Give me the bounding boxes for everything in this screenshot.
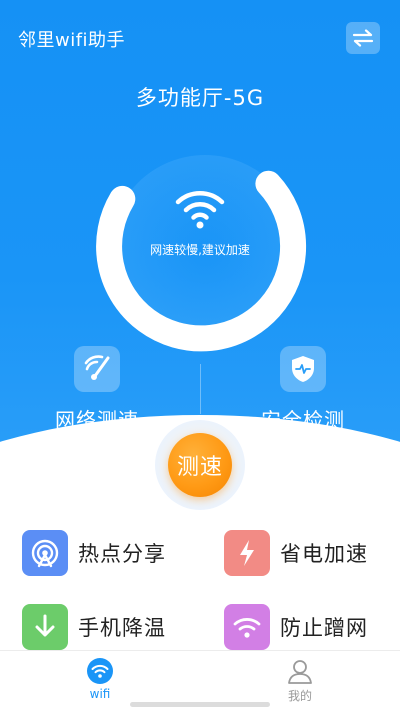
wifi-tab-icon bbox=[87, 658, 113, 684]
home-indicator bbox=[130, 702, 270, 707]
tool-icon-box bbox=[22, 530, 68, 576]
download-arrow-icon bbox=[35, 614, 55, 637]
app-title: 邻里wifi助手 bbox=[18, 30, 126, 51]
tool-icon-box bbox=[224, 530, 270, 576]
speed-test-button[interactable]: 测速 bbox=[168, 433, 232, 497]
user-icon bbox=[288, 660, 312, 684]
shield-icon bbox=[292, 356, 314, 382]
feature-divider bbox=[200, 364, 201, 414]
feature-security-check[interactable]: 安全检测 bbox=[228, 346, 378, 433]
tool-label: 省电加速 bbox=[280, 542, 368, 566]
feature-label: 安全检测 bbox=[261, 408, 345, 432]
wifi-icon bbox=[175, 191, 225, 229]
tool-icon-box bbox=[22, 604, 68, 650]
wifi-icon bbox=[233, 618, 261, 638]
tool-label: 手机降温 bbox=[78, 616, 166, 640]
switch-arrows-icon bbox=[352, 29, 374, 47]
tab-label: wifi bbox=[89, 687, 111, 701]
lightning-icon bbox=[240, 540, 254, 566]
feature-icon-box bbox=[74, 346, 120, 392]
tool-icon-box bbox=[224, 604, 270, 650]
hotspot-icon bbox=[31, 539, 59, 568]
feature-speed-test[interactable]: 网络测速 bbox=[22, 346, 172, 433]
tool-power-saving[interactable]: 省电加速 bbox=[224, 530, 368, 576]
speedometer-icon bbox=[84, 355, 110, 380]
feature-icon-box bbox=[280, 346, 326, 392]
tool-label: 防止蹭网 bbox=[280, 616, 368, 640]
switch-button[interactable] bbox=[346, 22, 380, 54]
gauge-status-text: 网速较慢,建议加速 bbox=[150, 243, 250, 257]
network-name: 多功能厅-5G bbox=[135, 86, 265, 110]
tool-phone-cooling[interactable]: 手机降温 bbox=[22, 604, 166, 650]
tool-label: 热点分享 bbox=[78, 542, 166, 566]
tool-hotspot-share[interactable]: 热点分享 bbox=[22, 530, 166, 576]
tool-anti-wifi-theft[interactable]: 防止蹭网 bbox=[224, 604, 368, 650]
feature-label: 网络测速 bbox=[55, 408, 139, 432]
